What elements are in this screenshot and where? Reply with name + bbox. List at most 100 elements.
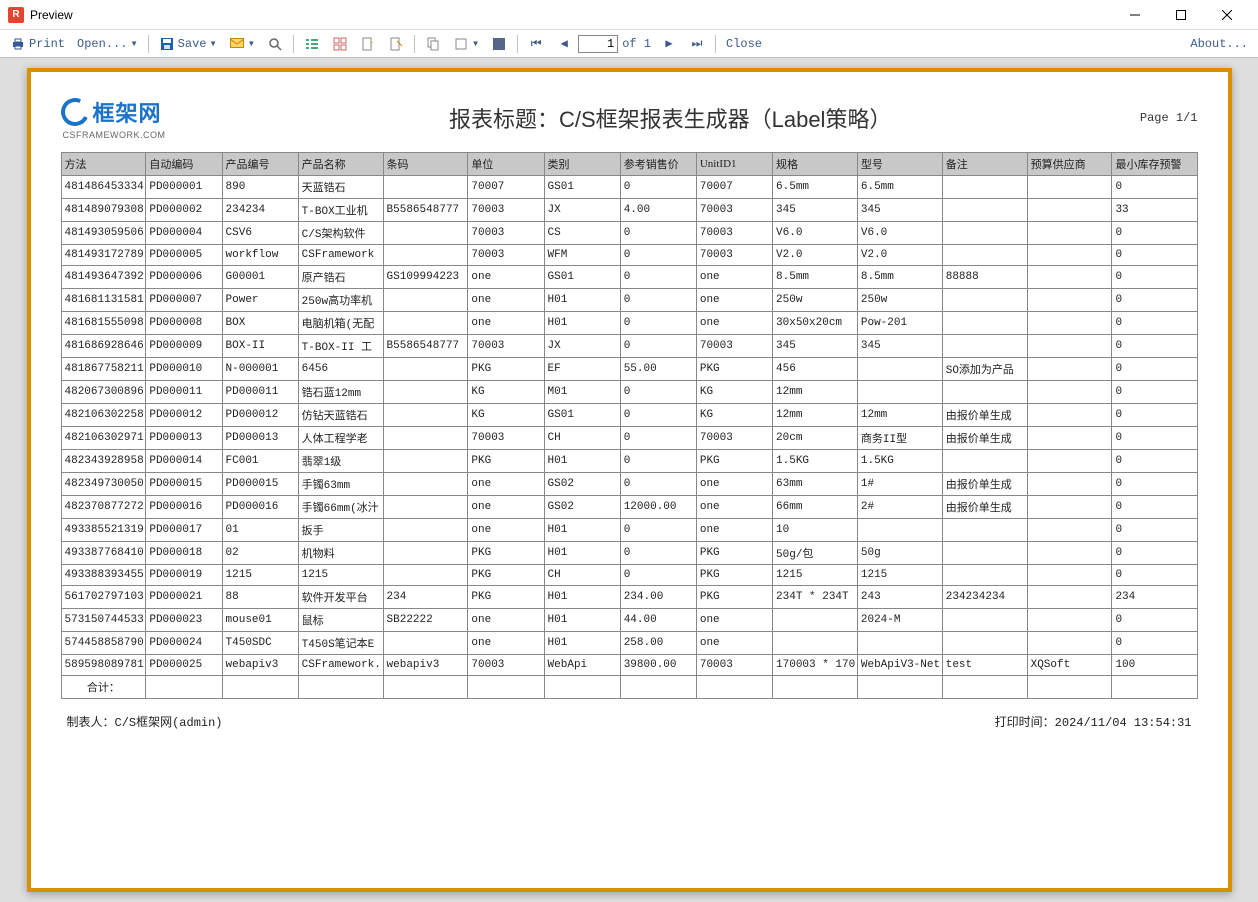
fullscreen-button[interactable] — [486, 33, 512, 55]
copy-button[interactable] — [420, 33, 446, 55]
floppy-icon — [159, 36, 175, 52]
table-cell — [1027, 565, 1112, 586]
table-cell: 345 — [773, 199, 858, 222]
table-cell — [942, 450, 1027, 473]
dropdown-icon: ▾ — [209, 36, 216, 51]
column-header: 备注 — [942, 153, 1027, 176]
find-button[interactable] — [262, 33, 288, 55]
about-button[interactable]: About... — [1185, 34, 1253, 54]
footer-timestamp: 打印时间：2024/11/04 13:54:31 — [995, 713, 1192, 730]
close-preview-button[interactable]: Close — [721, 34, 767, 54]
page-total-label: of 1 — [622, 37, 651, 51]
table-cell: 250w — [857, 289, 942, 312]
print-button[interactable]: Print — [5, 33, 70, 55]
table-cell: 0 — [1112, 289, 1197, 312]
table-cell: 0 — [1112, 222, 1197, 245]
table-cell: PD000016 — [146, 496, 222, 519]
table-cell: KG — [468, 404, 544, 427]
table-cell — [1027, 450, 1112, 473]
copy-icon — [425, 36, 441, 52]
table-cell: PKG — [696, 358, 772, 381]
table-cell: 481686928646 — [61, 335, 146, 358]
table-cell: test — [942, 655, 1027, 676]
preview-viewport[interactable]: 框架网 CSFRAMEWORK.COM 报表标题：C/S框架报表生成器（Labe… — [0, 58, 1258, 902]
table-cell: 481681555098 — [61, 312, 146, 335]
dropdown-icon: ▾ — [130, 36, 137, 51]
table-cell: 482106302971 — [61, 427, 146, 450]
table-cell: WebApi — [544, 655, 620, 676]
zoom-button[interactable]: ▾ — [448, 33, 484, 55]
table-row: 481493059506PD000004CSV6C/S架构软件70003CS07… — [61, 222, 1197, 245]
table-cell: 12mm — [773, 404, 858, 427]
outline-button[interactable] — [299, 33, 325, 55]
edit-page-button[interactable] — [383, 33, 409, 55]
table-cell: 493388393455 — [61, 565, 146, 586]
column-header: 产品名称 — [298, 153, 383, 176]
dropdown-icon: ▾ — [472, 36, 479, 51]
first-page-button[interactable]: ⏮ — [523, 33, 549, 55]
table-cell — [942, 609, 1027, 632]
close-button[interactable] — [1204, 0, 1250, 30]
table-cell — [773, 609, 858, 632]
table-cell: JX — [544, 335, 620, 358]
table-cell: 0 — [620, 381, 696, 404]
table-cell: GS01 — [544, 266, 620, 289]
table-cell: XQSoft — [1027, 655, 1112, 676]
table-cell — [1027, 632, 1112, 655]
page-setup-button[interactable] — [355, 33, 381, 55]
table-cell: one — [468, 496, 544, 519]
table-cell: one — [468, 289, 544, 312]
table-cell — [857, 358, 942, 381]
table-cell — [1027, 245, 1112, 266]
table-cell: PD000011 — [222, 381, 298, 404]
table-cell: 人体工程学老 — [298, 427, 383, 450]
table-cell: T450S笔记本E — [298, 632, 383, 655]
printer-icon — [10, 36, 26, 52]
table-cell: PD000023 — [146, 609, 222, 632]
open-button[interactable]: Open... ▾ — [72, 33, 143, 54]
table-cell: 234234 — [222, 199, 298, 222]
page-input[interactable] — [578, 35, 618, 53]
table-cell — [942, 632, 1027, 655]
table-cell: B5586548777 — [383, 335, 468, 358]
table-cell: BOX — [222, 312, 298, 335]
save-button[interactable]: Save ▾ — [154, 33, 222, 55]
table-cell: 0 — [620, 266, 696, 289]
table-cell: 70003 — [696, 655, 772, 676]
table-cell: 0 — [620, 222, 696, 245]
table-cell: 258.00 — [620, 632, 696, 655]
table-cell: 70003 — [468, 222, 544, 245]
table-cell: 50g/包 — [773, 542, 858, 565]
last-page-button[interactable]: ⏭ — [684, 33, 710, 55]
table-cell: 250w高功率机 — [298, 289, 383, 312]
next-page-button[interactable]: ▶ — [656, 33, 682, 55]
table-cell: 88 — [222, 586, 298, 609]
table-cell: 44.00 — [620, 609, 696, 632]
thumbnails-button[interactable] — [327, 33, 353, 55]
table-cell: one — [468, 312, 544, 335]
table-cell: WebApiV3-Net — [857, 655, 942, 676]
table-cell: 456 — [773, 358, 858, 381]
table-row: 574458858790PD000024T450SDCT450S笔记本EoneH… — [61, 632, 1197, 655]
table-cell: 12000.00 — [620, 496, 696, 519]
table-cell: PKG — [468, 586, 544, 609]
table-cell: G00001 — [222, 266, 298, 289]
page-number: Page 1/1 — [1140, 111, 1198, 125]
table-cell: 1215 — [773, 565, 858, 586]
logo-text: 框架网 — [93, 96, 162, 128]
table-cell: 70003 — [468, 335, 544, 358]
minimize-button[interactable] — [1112, 0, 1158, 30]
table-cell: 0 — [620, 312, 696, 335]
table-cell — [942, 519, 1027, 542]
table-cell: PD000002 — [146, 199, 222, 222]
fullscreen-icon — [491, 36, 507, 52]
table-cell: 88888 — [942, 266, 1027, 289]
table-cell — [383, 404, 468, 427]
table-cell — [383, 632, 468, 655]
maximize-button[interactable] — [1158, 0, 1204, 30]
prev-page-button[interactable]: ◀ — [551, 33, 577, 55]
table-cell — [1027, 222, 1112, 245]
table-cell: N-000001 — [222, 358, 298, 381]
mail-button[interactable]: ▾ — [224, 33, 260, 55]
table-cell: one — [468, 609, 544, 632]
